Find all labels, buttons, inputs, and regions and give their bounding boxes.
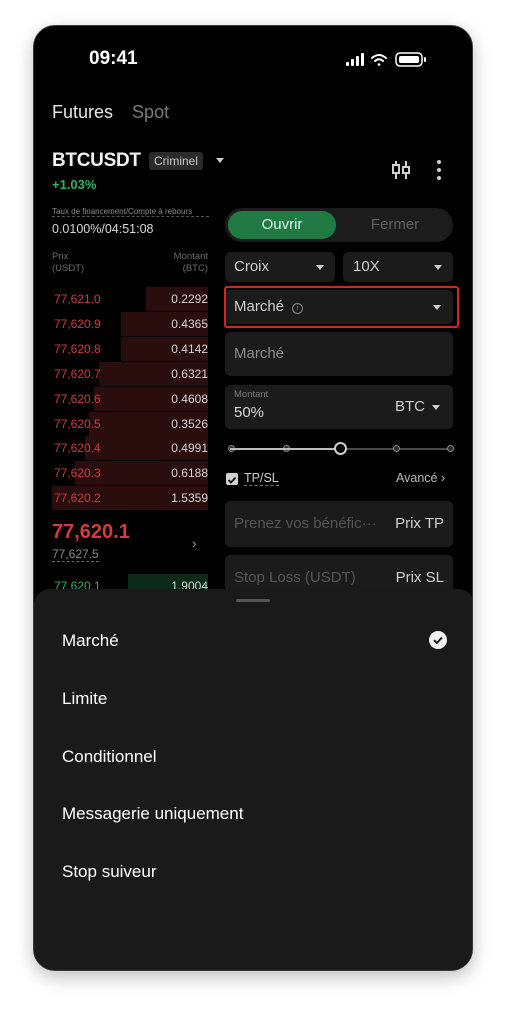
caret-down-icon: [432, 405, 440, 410]
market-tabs: Futures Spot: [52, 102, 169, 123]
wifi-icon: [371, 54, 387, 66]
ask-row[interactable]: 77,620.6 0.4608: [52, 386, 208, 411]
margin-mode-value: Croix: [234, 258, 270, 275]
ask-amount: 0.4608: [171, 391, 208, 406]
tpsl-checkbox[interactable]: [226, 473, 238, 485]
open-close-toggle: Ouvrir Fermer: [225, 208, 453, 242]
advanced-link[interactable]: Avancé ›: [396, 471, 445, 485]
order-type-highlight: [224, 286, 459, 328]
ask-row[interactable]: 77,620.7 0.6321: [52, 361, 208, 386]
option-post-only[interactable]: Messagerie uniquement: [62, 804, 243, 824]
sheet-handle[interactable]: [236, 599, 270, 602]
ask-price: 77,620.2: [54, 491, 101, 506]
leverage-value: 10X: [353, 258, 380, 275]
amount-header: Montant (BTC): [173, 251, 208, 274]
symbol-name[interactable]: BTCUSDT: [52, 150, 141, 172]
ask-amount: 0.4365: [171, 316, 208, 331]
ask-amount: 1.5359: [171, 491, 208, 506]
ask-amount: 0.6321: [171, 366, 208, 381]
ask-row[interactable]: 77,620.4 0.4991: [52, 436, 208, 461]
option-conditional[interactable]: Conditionnel: [62, 747, 157, 767]
slider-step-75[interactable]: [393, 445, 400, 452]
tab-spot[interactable]: Spot: [132, 102, 169, 122]
ask-row[interactable]: 77,621.0 0.2292: [52, 287, 208, 311]
order-type-sheet: Marché Limite Conditionnel Messagerie un…: [34, 589, 472, 970]
ask-row[interactable]: 77,620.3 0.6188: [52, 461, 208, 486]
tab-futures[interactable]: Futures: [52, 102, 113, 122]
ask-row[interactable]: 77,620.5 0.3526: [52, 411, 208, 436]
selected-check-icon: [429, 631, 447, 649]
amount-label: Montant: [234, 389, 269, 400]
ask-amount: 0.2292: [171, 292, 208, 306]
price-header: Prix (USDT): [52, 251, 85, 274]
ask-row[interactable]: 77,620.8 0.4142: [52, 336, 208, 361]
ask-row[interactable]: 77,620.9 0.4365: [52, 311, 208, 336]
tp-field[interactable]: Prenez vos bénéfic··· Prix TP: [225, 501, 453, 547]
open-button[interactable]: Ouvrir: [228, 211, 336, 239]
last-price: 77,620.1: [52, 521, 130, 543]
price-field[interactable]: Marché: [225, 332, 453, 376]
signal-icon: [346, 53, 364, 66]
candlestick-icon[interactable]: [390, 159, 412, 186]
leverage-select[interactable]: 10X: [343, 252, 453, 282]
option-limit[interactable]: Limite: [62, 689, 107, 709]
checkmark-icon: [227, 476, 237, 484]
mark-price: 77,627.5: [52, 547, 99, 562]
advanced-label: Avancé: [396, 471, 438, 485]
ask-price: 77,620.7: [54, 366, 101, 381]
ask-amount: 0.4142: [171, 341, 208, 356]
amount-value: 50%: [234, 404, 265, 421]
symbol-badge: Criminel: [149, 152, 204, 170]
price-change: +1.03%: [52, 177, 97, 192]
margin-mode-select[interactable]: Croix: [225, 252, 335, 282]
slider-knob[interactable]: [334, 442, 347, 455]
slider-step-100[interactable]: [447, 445, 454, 452]
ask-amount: 0.3526: [171, 416, 208, 431]
status-time: 09:41: [89, 48, 138, 69]
tp-suffix[interactable]: Prix TP: [395, 515, 444, 532]
chevron-right-icon: ›: [440, 471, 446, 485]
ask-amount: 0.4991: [171, 441, 208, 456]
funding-value: 0.0100%/04:51:08: [52, 222, 154, 236]
ask-row[interactable]: 77,620.2 1.5359: [52, 486, 208, 511]
tp-placeholder: Prenez vos bénéfic···: [234, 515, 377, 532]
tpsl-label[interactable]: TP/SL: [244, 471, 279, 486]
caret-down-icon: [434, 265, 442, 270]
phone-screen: 09:41 Futures Spot BTCUSDT Criminel +1.0…: [33, 25, 473, 971]
option-trailing-stop[interactable]: Stop suiveur: [62, 862, 157, 882]
ask-price: 77,620.6: [54, 391, 101, 406]
caret-down-icon: [316, 265, 324, 270]
sl-placeholder: Stop Loss (USDT): [234, 569, 356, 586]
status-icons: [346, 52, 432, 73]
ask-amount: 0.6188: [171, 466, 208, 481]
chevron-right-icon[interactable]: ›: [192, 535, 197, 551]
option-market[interactable]: Marché: [62, 631, 119, 651]
battery-icon: [395, 52, 426, 67]
close-button[interactable]: Fermer: [341, 211, 449, 239]
slider-fill: [230, 448, 340, 450]
ask-price: 77,620.4: [54, 441, 101, 456]
amount-unit[interactable]: BTC: [395, 398, 425, 415]
funding-label: Taux de financement/Compte à rebours: [52, 207, 209, 217]
more-icon[interactable]: [436, 159, 442, 186]
amount-field[interactable]: Montant 50% BTC: [225, 385, 453, 429]
ask-price: 77,620.9: [54, 316, 101, 331]
sl-suffix[interactable]: Prix SL: [396, 569, 444, 586]
price-field-value: Marché: [234, 345, 285, 362]
symbol-dropdown-icon[interactable]: [216, 158, 224, 163]
ask-price: 77,620.8: [54, 341, 101, 356]
ask-price: 77,620.5: [54, 416, 101, 431]
ask-price: 77,621.0: [54, 292, 101, 306]
ask-price: 77,620.3: [54, 466, 101, 481]
